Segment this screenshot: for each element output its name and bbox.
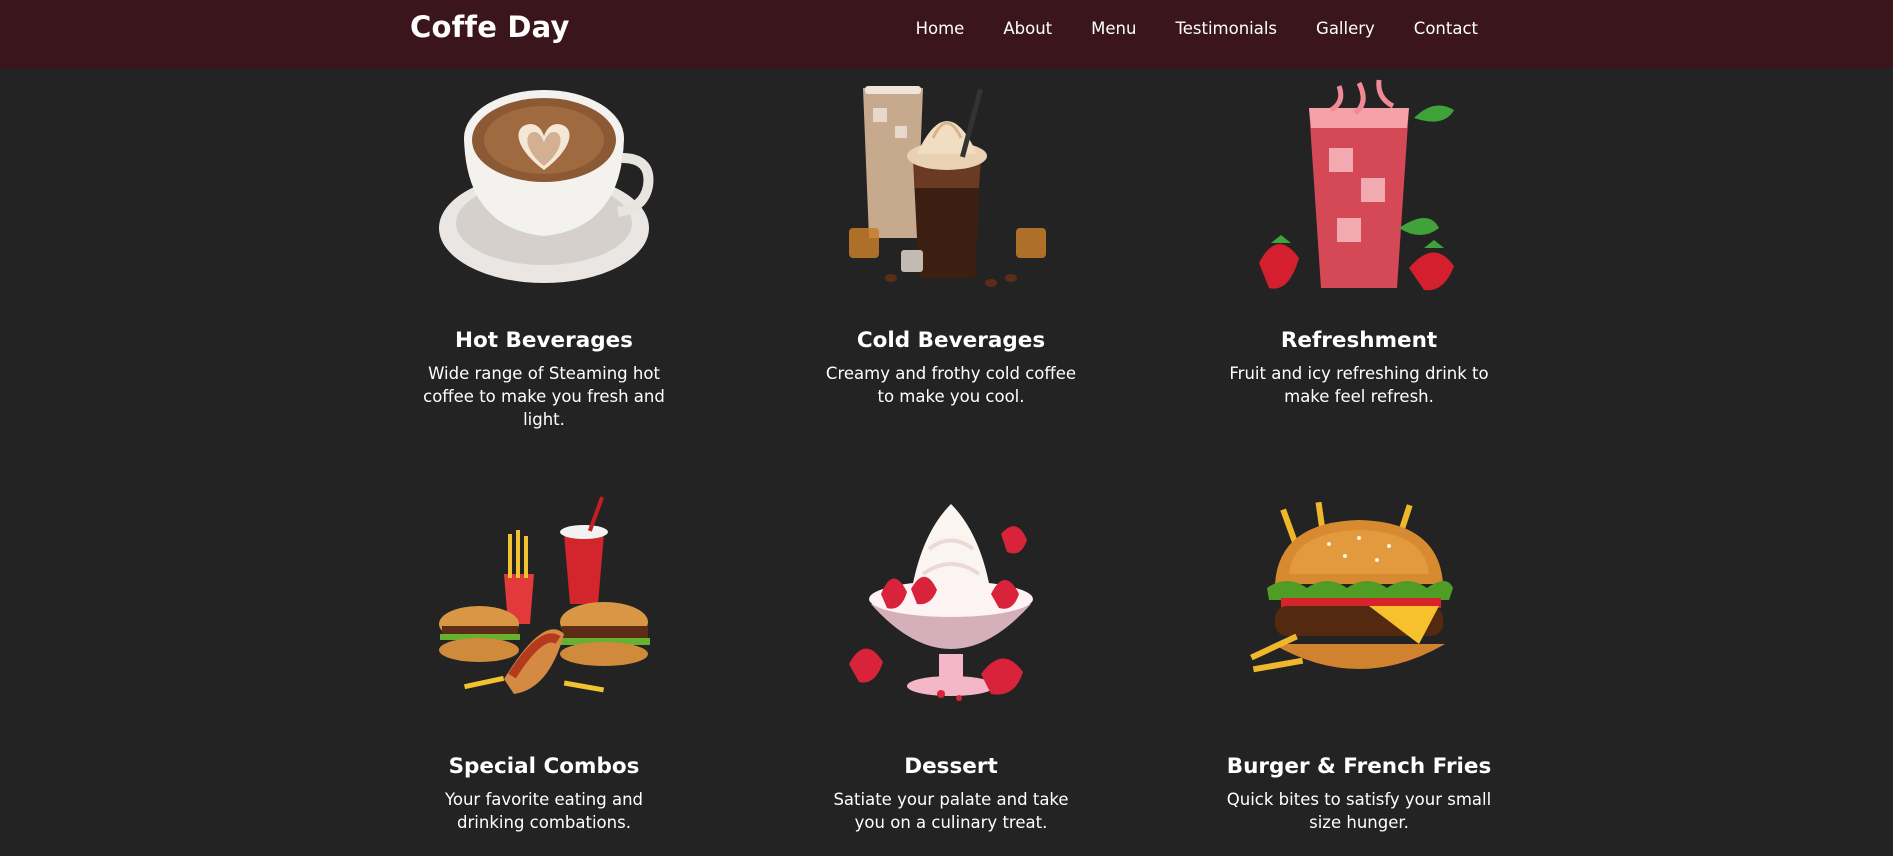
nav-link-about[interactable]: About [1003, 19, 1052, 38]
card-description: Fruit and icy refreshing drink to make f… [1229, 364, 1489, 406]
coffee-cup-image [434, 78, 654, 298]
burger-fries-image [1249, 494, 1469, 714]
nav-menu: Home About Menu Testimonials Gallery Con… [916, 19, 1478, 38]
navbar: Coffe Day Home About Menu Testimonials G… [0, 0, 1893, 68]
card-description: Creamy and frothy cold coffee to make yo… [825, 364, 1077, 406]
nav-link-home[interactable]: Home [916, 19, 965, 38]
nav-link-testimonials[interactable]: Testimonials [1175, 19, 1277, 38]
iced-coffee-image [841, 78, 1061, 298]
card-title: Refreshment [1280, 328, 1438, 353]
card-title: Cold Beverages [856, 328, 1046, 353]
combo-meal-image [434, 494, 654, 714]
nav-link-contact[interactable]: Contact [1414, 19, 1478, 38]
brand-logo[interactable]: Coffe Day [410, 10, 570, 44]
card-title: Hot Beverages [455, 328, 633, 353]
card-description: Your favorite eating and drinking combat… [444, 790, 644, 832]
nav-link-gallery[interactable]: Gallery [1316, 19, 1375, 38]
card-title: Dessert [904, 754, 998, 779]
card-title: Special Combos [448, 754, 640, 779]
strawberry-drink-image [1249, 78, 1469, 298]
strawberry-sundae-image [841, 494, 1061, 714]
card-description: Satiate your palate and take you on a cu… [833, 790, 1069, 832]
nav-link-menu[interactable]: Menu [1091, 19, 1136, 38]
card-description: Quick bites to satisfy your small size h… [1226, 790, 1492, 832]
card-description: Wide range of Steaming hot coffee to mak… [423, 364, 665, 429]
card-title: Burger & French Fries [1226, 754, 1492, 779]
